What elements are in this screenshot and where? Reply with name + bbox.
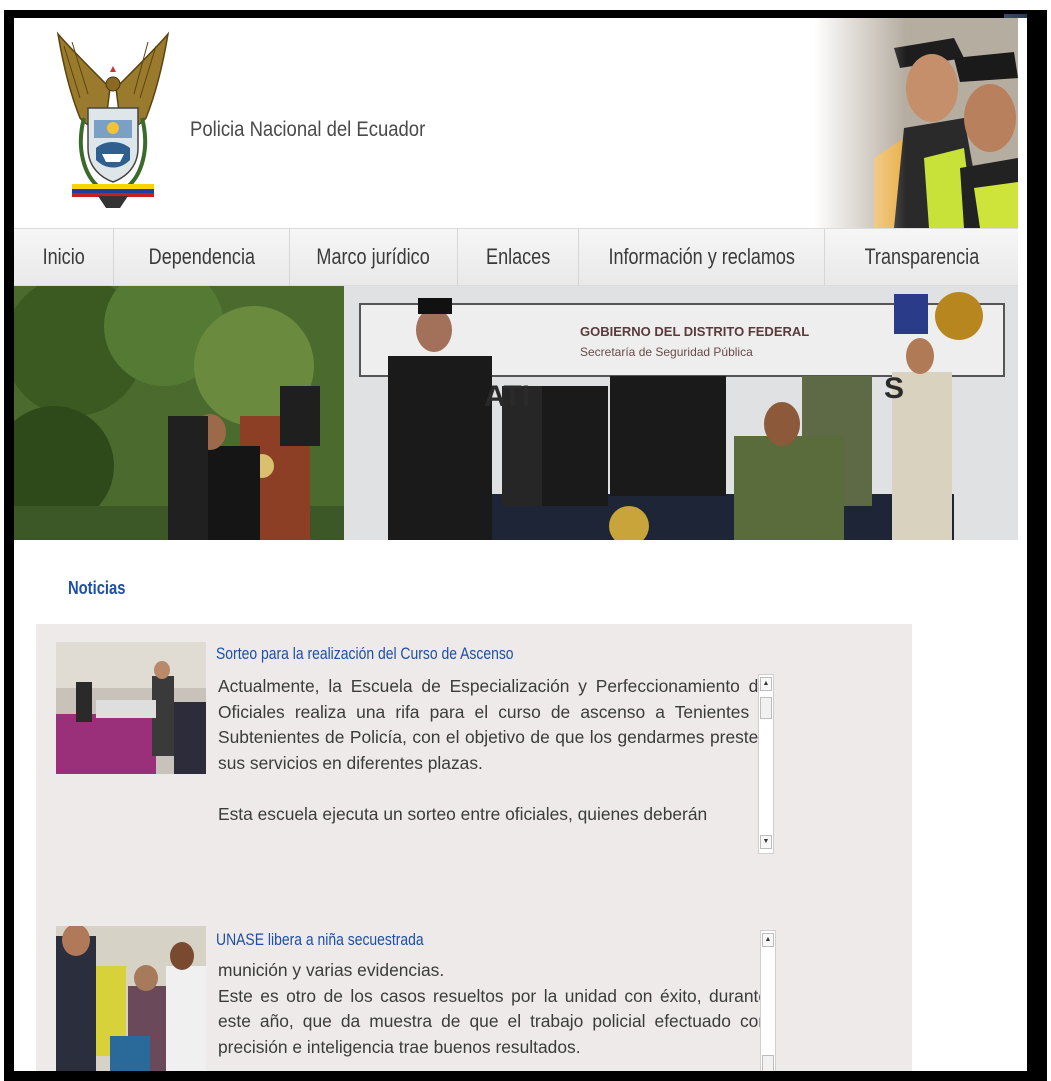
scroll-down-arrow-icon[interactable]: ▼ [760, 835, 772, 849]
nav-item-informacion-reclamos[interactable]: Información y reclamos [579, 229, 825, 285]
nav-item-marco-juridico[interactable]: Marco jurídico [290, 229, 458, 285]
news-title-link[interactable]: UNASE libera a niña secuestrada [216, 930, 424, 950]
banner-photo: GOBIERNO DEL DISTRITO FEDERAL Secretaría… [14, 286, 1018, 540]
svg-text:S: S [884, 372, 904, 405]
scrollbar-thumb[interactable] [762, 1055, 774, 1071]
news-thumbnail-ascenso[interactable] [56, 642, 206, 774]
svg-text:ATI: ATI [484, 380, 530, 413]
header-officers-photo [814, 18, 1018, 228]
news-scrollbar[interactable]: ▲ ▼ [758, 674, 774, 854]
news-thumbnail-unase[interactable] [56, 926, 206, 1071]
banner-sign-line2: Secretaría de Seguridad Pública [580, 345, 753, 359]
nav-item-dependencia[interactable]: Dependencia [114, 229, 290, 285]
site-title: Policia Nacional del Ecuador [190, 118, 426, 141]
nav-item-transparencia[interactable]: Transparencia [825, 229, 1018, 285]
scrollbar-thumb[interactable] [760, 697, 772, 719]
news-body: munición y varias evidencias. Este es ot… [218, 960, 768, 1057]
nav-item-inicio[interactable]: Inicio [14, 229, 114, 285]
site-header: Policia Nacional del Ecuador [14, 18, 1018, 228]
news-section-title: Noticias [68, 578, 126, 598]
news-scrollbar[interactable]: ▲ [760, 930, 776, 1071]
banner-sign-line1: GOBIERNO DEL DISTRITO FEDERAL [580, 324, 809, 339]
police-crest-icon[interactable] [50, 28, 176, 210]
news-panel: Sorteo para la realización del Curso de … [36, 624, 912, 1071]
news-body: Actualmente, la Escuela de Especializaci… [218, 676, 768, 824]
news-title-link[interactable]: Sorteo para la realización del Curso de … [216, 644, 514, 664]
scroll-up-arrow-icon[interactable]: ▲ [762, 933, 774, 947]
scroll-up-arrow-icon[interactable]: ▲ [760, 677, 772, 691]
main-nav: Inicio Dependencia Marco jurídico Enlace… [14, 228, 1018, 286]
nav-item-enlaces[interactable]: Enlaces [458, 229, 579, 285]
main-content: Noticias Sorteo para la realización del … [14, 540, 1018, 1071]
page: Policia Nacional del Ecuador Inicio Depe… [14, 18, 1027, 1071]
